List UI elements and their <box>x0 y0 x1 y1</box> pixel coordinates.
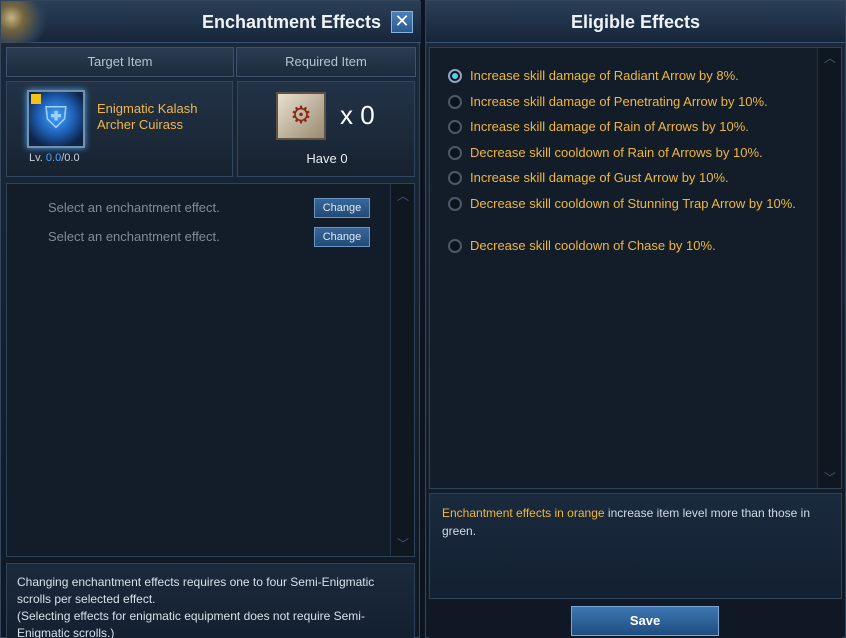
effect-label: Increase skill damage of Penetrating Arr… <box>470 94 768 109</box>
required-count: x 0 <box>340 100 375 130</box>
scroll-up-icon[interactable]: ︿ <box>391 188 415 204</box>
panel-title: Enchantment Effects <box>201 12 381 32</box>
notice-subtext: (Selecting effects for enigmatic equipme… <box>17 609 365 638</box>
target-item-level: Lv. 0.0/0.0 <box>29 152 80 164</box>
info-highlight: Enchantment effects in orange <box>442 506 605 520</box>
required-item-box[interactable]: ⚙ x 0 Have 0 <box>237 81 415 177</box>
change-button[interactable]: Change <box>314 198 370 218</box>
radio-icon[interactable] <box>448 171 462 185</box>
slot-text: Select an enchantment effect. <box>48 200 220 215</box>
footer-bar: Save <box>429 601 842 638</box>
scroll-down-icon[interactable]: ﹀ <box>818 470 842 486</box>
slot-text: Select an enchantment effect. <box>48 229 220 244</box>
save-button[interactable]: Save <box>571 606 719 636</box>
eligible-effects-panel: Eligible Effects Increase skill damage o… <box>425 0 846 638</box>
radio-icon[interactable] <box>448 239 462 253</box>
target-item-box[interactable]: ⛨ Enigmatic Kalash Archer Cuirass Lv. 0.… <box>6 81 233 177</box>
required-item-header: Required Item <box>236 47 416 77</box>
panel-title: Eligible Effects <box>426 1 845 43</box>
scroll-up-icon[interactable]: ︿ <box>818 50 842 66</box>
effect-slot: Select an enchantment effect. Change <box>7 198 377 220</box>
radio-selected-icon[interactable] <box>448 69 462 83</box>
effect-label: Decrease skill cooldown of Chase by 10%. <box>470 238 716 253</box>
eligible-effects-list: Increase skill damage of Radiant Arrow b… <box>429 47 842 489</box>
effect-label: Decrease skill cooldown of Rain of Arrow… <box>470 145 763 160</box>
effect-label: Increase skill damage of Radiant Arrow b… <box>470 68 739 83</box>
column-headers: Target Item Required Item <box>6 47 416 77</box>
notice-box: Changing enchantment effects requires on… <box>6 563 415 638</box>
effect-label: Increase skill damage of Rain of Arrows … <box>470 119 749 134</box>
scrollbar[interactable]: ︿ ﹀ <box>390 184 414 556</box>
effect-slot: Select an enchantment effect. Change <box>7 227 377 249</box>
armor-icon[interactable]: ⛨ <box>27 90 85 148</box>
selected-effects-list: Select an enchantment effect. Change Sel… <box>6 183 415 557</box>
notice-text: Changing enchantment effects requires on… <box>17 575 375 606</box>
emblem-decoration <box>1 1 53 43</box>
info-box: Enchantment effects in orange increase i… <box>429 493 842 599</box>
scroll-icon[interactable]: ⚙ <box>276 92 326 140</box>
have-count: Have 0 <box>306 151 348 166</box>
level-max: /0.0 <box>61 152 80 164</box>
level-current: 0.0 <box>45 152 62 164</box>
change-button[interactable]: Change <box>314 227 370 247</box>
target-item-name: Enigmatic Kalash Archer Cuirass <box>97 101 198 132</box>
target-item-header: Target Item <box>6 47 234 77</box>
close-button[interactable]: ✕ <box>391 11 413 33</box>
radio-icon[interactable] <box>448 95 462 109</box>
radio-icon[interactable] <box>448 146 462 160</box>
effect-label: Increase skill damage of Gust Arrow by 1… <box>470 170 729 185</box>
scrollbar[interactable]: ︿ ﹀ <box>817 48 841 488</box>
radio-icon[interactable] <box>448 120 462 134</box>
radio-icon[interactable] <box>448 197 462 211</box>
panel-header: Enchantment Effects ✕ <box>1 1 421 43</box>
scroll-down-icon[interactable]: ﹀ <box>391 536 415 552</box>
enchantment-effects-panel: Enchantment Effects ✕ Target Item Requir… <box>0 0 421 638</box>
effect-label: Decrease skill cooldown of Stunning Trap… <box>470 196 796 211</box>
